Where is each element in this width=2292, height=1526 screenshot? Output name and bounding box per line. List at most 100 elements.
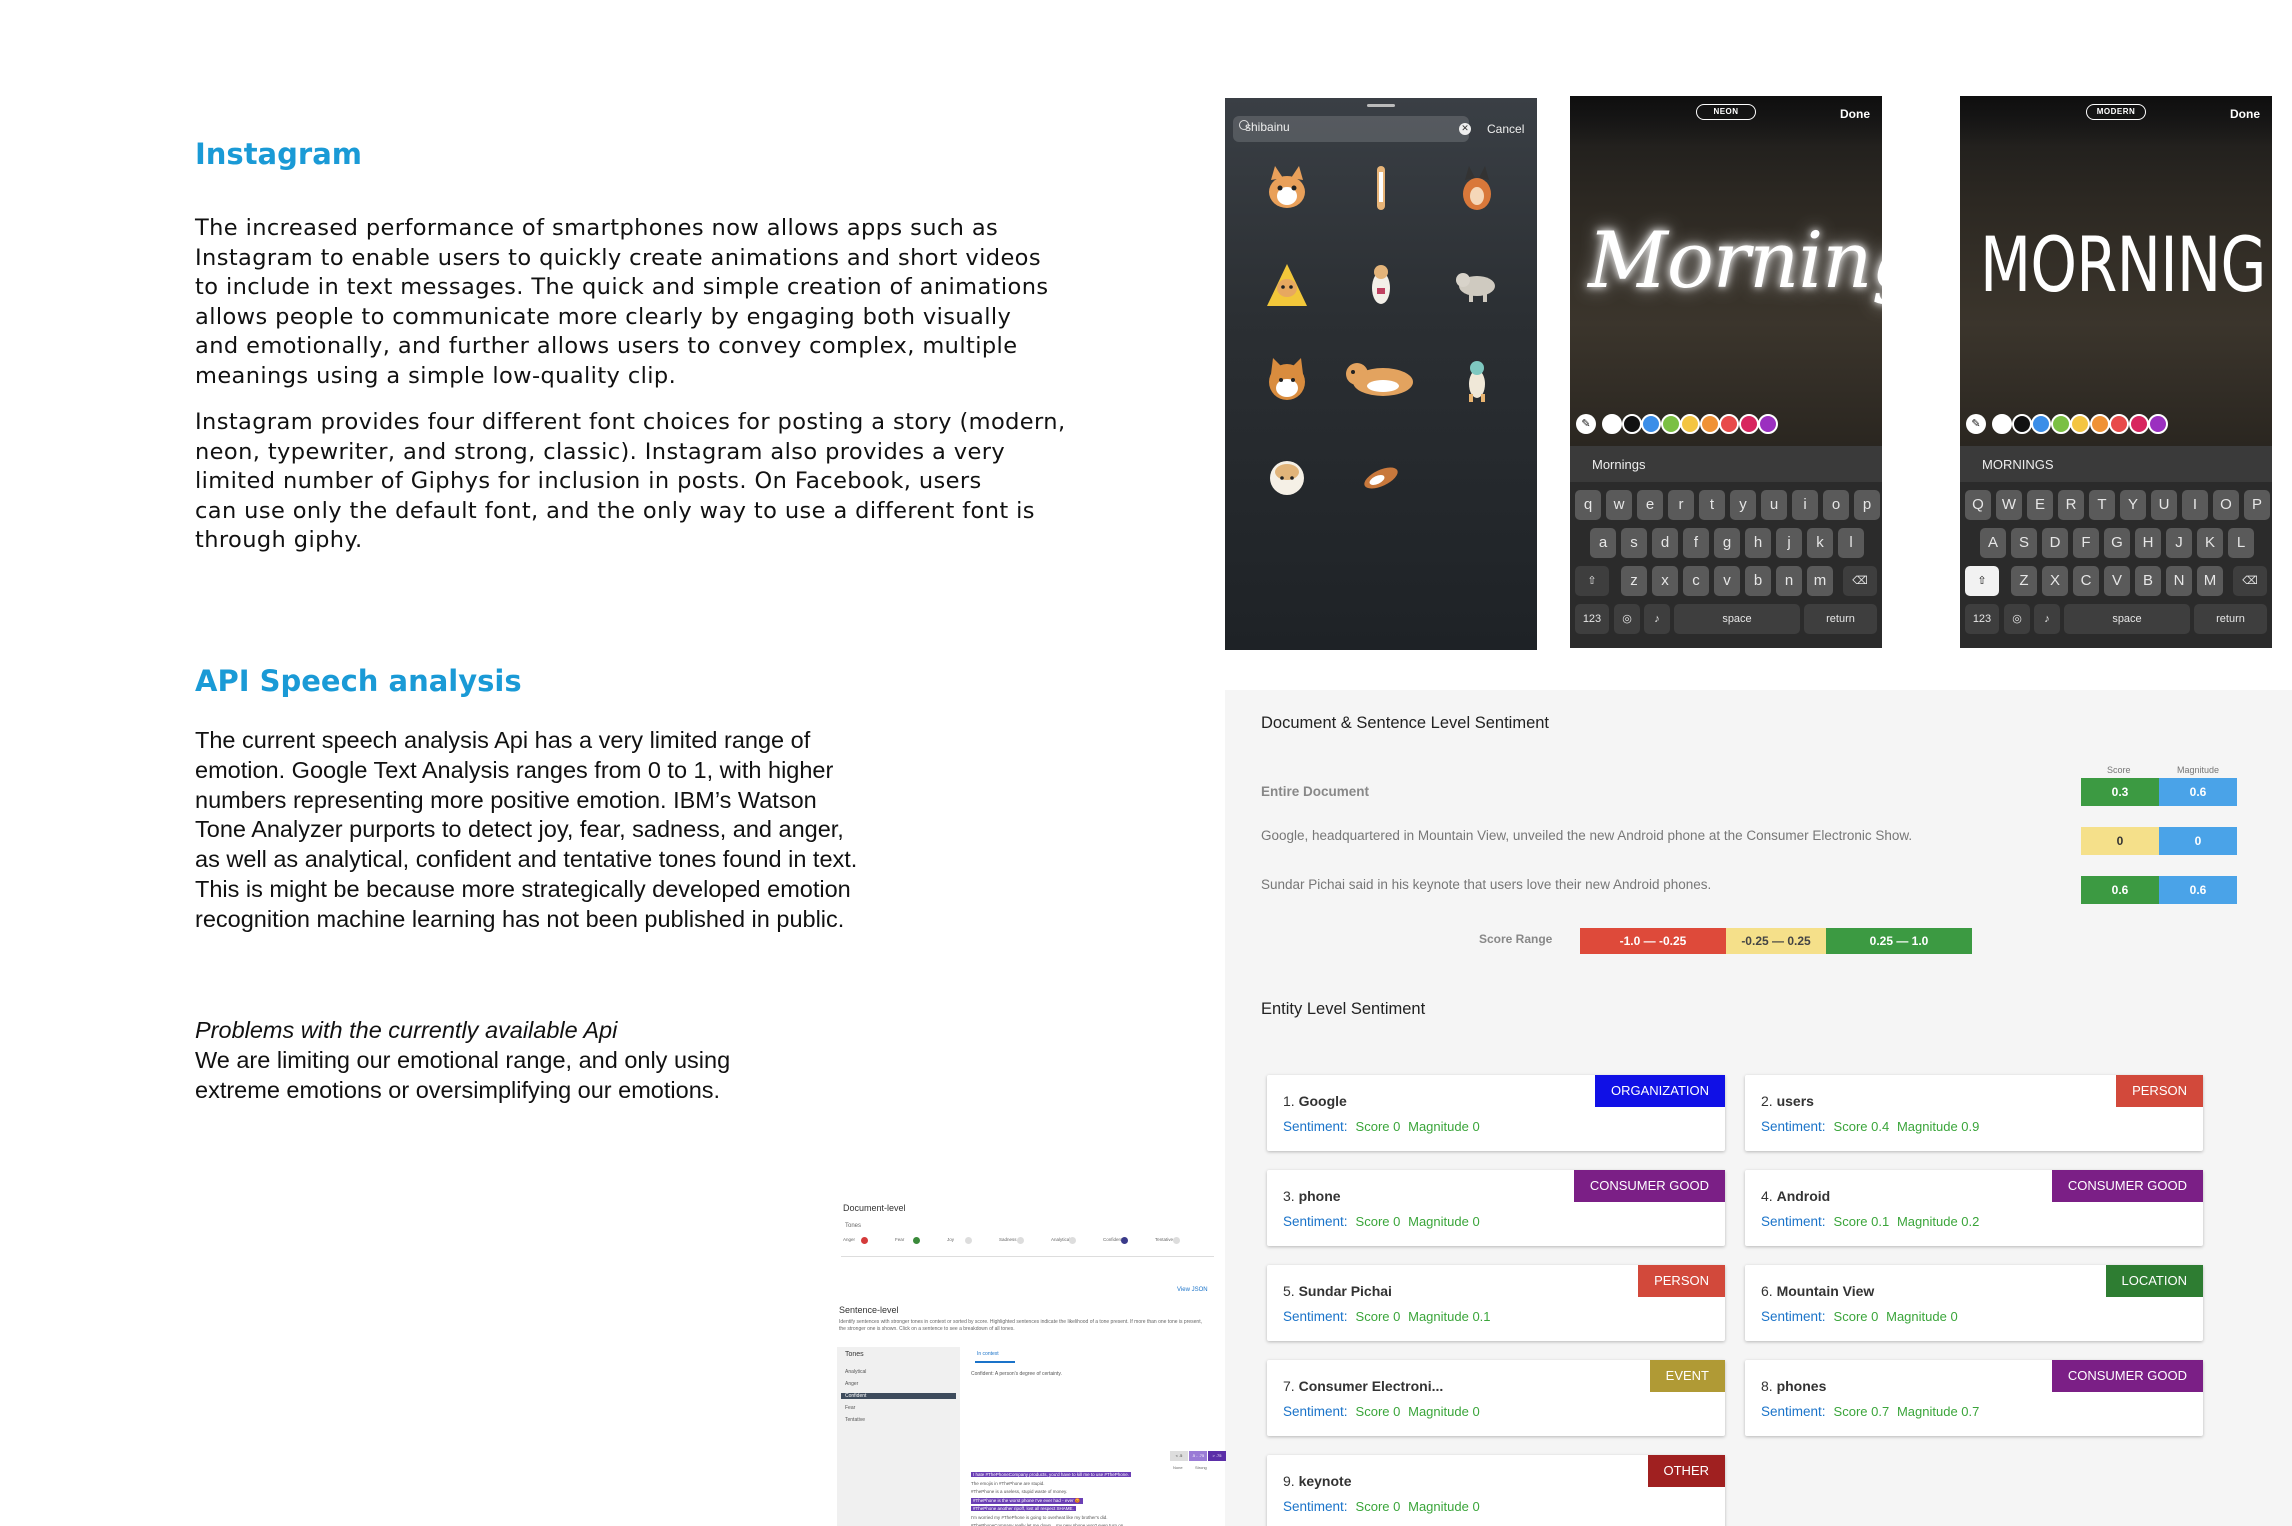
view-json-link[interactable]: View JSON (1177, 1287, 1208, 1293)
sticker-shiba-surprised[interactable] (1261, 162, 1313, 214)
key-q[interactable]: Q (1965, 490, 1991, 520)
key-z[interactable]: z (1621, 566, 1647, 596)
entity-card[interactable]: 7. Consumer Electroni... Sentiment: Score … (1267, 1360, 1725, 1436)
key-i[interactable]: I (2182, 490, 2208, 520)
key-b[interactable]: B (2135, 566, 2161, 596)
color-swatch[interactable] (1621, 414, 1642, 434)
tone-side-item[interactable]: Analytical (845, 1369, 866, 1375)
key-q[interactable]: q (1575, 490, 1601, 520)
color-swatch[interactable] (2128, 414, 2149, 434)
color-swatch[interactable] (1699, 414, 1720, 434)
sticker-search-input[interactable]: shibainu (1245, 120, 1290, 134)
entity-card[interactable]: 2. users Sentiment: Score 0.4 Magnitude 0.… (1745, 1075, 2203, 1151)
key-c[interactable]: c (1683, 566, 1709, 596)
key-n[interactable]: N (2166, 566, 2192, 596)
entity-card[interactable]: 5. Sundar Pichai Sentiment: Score 0 Magnit… (1267, 1265, 1725, 1341)
key-v[interactable]: V (2104, 566, 2130, 596)
space-key[interactable]: space (1674, 604, 1800, 634)
numbers-key[interactable]: 123 (1575, 604, 1609, 634)
color-swatch[interactable] (1602, 414, 1622, 434)
sticker-shiba-stretch[interactable] (1355, 162, 1407, 214)
font-style-button[interactable]: MODERN (2086, 104, 2146, 120)
space-key[interactable]: space (2064, 604, 2190, 634)
key-e[interactable]: E (2027, 490, 2053, 520)
story-text-neon[interactable]: Morning (1588, 216, 1882, 306)
sticker-shiba-face[interactable] (1261, 354, 1313, 406)
entity-card[interactable]: 9. keynote Sentiment: Score 0 Magnitude 0 O… (1267, 1455, 1725, 1526)
key-c[interactable]: C (2073, 566, 2099, 596)
key-s[interactable]: S (2011, 528, 2037, 558)
font-style-button[interactable]: NEON (1696, 104, 1756, 120)
color-swatch[interactable] (1992, 414, 2012, 434)
tone-side-item[interactable]: Fear (845, 1405, 855, 1411)
key-m[interactable]: m (1807, 566, 1833, 596)
shift-key[interactable]: ⇧ (1965, 566, 1999, 596)
key-s[interactable]: s (1621, 528, 1647, 558)
color-swatch[interactable] (1738, 414, 1759, 434)
done-button[interactable]: Done (1840, 107, 1870, 121)
color-swatch[interactable] (1758, 414, 1778, 434)
entity-card[interactable]: 8. phones Sentiment: Score 0.7 Magnitude 0… (1745, 1360, 2203, 1436)
tone-side-item[interactable]: Tentative (845, 1417, 865, 1423)
key-i[interactable]: i (1792, 490, 1818, 520)
key-h[interactable]: h (1745, 528, 1771, 558)
backspace-key[interactable]: ⌫ (2233, 566, 2267, 596)
entity-card[interactable]: 3. phone Sentiment: Score 0 Magnitude 0 CON… (1267, 1170, 1725, 1246)
key-w[interactable]: w (1606, 490, 1632, 520)
key-r[interactable]: R (2058, 490, 2084, 520)
return-key[interactable]: return (1804, 604, 1877, 634)
key-p[interactable]: P (2244, 490, 2270, 520)
key-l[interactable]: L (2228, 528, 2254, 558)
color-swatch[interactable] (2089, 414, 2110, 434)
sticker-shiba-costume[interactable] (1451, 162, 1503, 214)
entity-card[interactable]: 4. Android Sentiment: Score 0.1 Magnitude … (1745, 1170, 2203, 1246)
key-d[interactable]: D (2042, 528, 2068, 558)
autocomplete-suggestion[interactable]: Mornings (1592, 457, 1645, 472)
sticker-shiba-lying[interactable] (1343, 348, 1419, 408)
sticker-shiba-round[interactable] (1261, 450, 1313, 502)
key-v[interactable]: v (1714, 566, 1740, 596)
sticker-shiba-yellow[interactable] (1261, 258, 1313, 310)
entity-card[interactable]: 6. Mountain View Sentiment: Score 0 Magnit… (1745, 1265, 2203, 1341)
key-u[interactable]: U (2151, 490, 2177, 520)
microphone-icon[interactable]: ♪ (2034, 604, 2060, 634)
microphone-icon[interactable]: ♪ (1644, 604, 1670, 634)
key-e[interactable]: e (1637, 490, 1663, 520)
story-text-modern[interactable]: MORNING (1980, 220, 2266, 309)
shift-key[interactable]: ⇧ (1575, 566, 1609, 596)
key-y[interactable]: Y (2120, 490, 2146, 520)
key-u[interactable]: u (1761, 490, 1787, 520)
globe-icon[interactable]: ◎ (1614, 604, 1640, 634)
sticker-shiba-dance[interactable] (1451, 354, 1503, 406)
color-swatch[interactable] (1719, 414, 1739, 434)
key-d[interactable]: d (1652, 528, 1678, 558)
return-key[interactable]: return (2194, 604, 2267, 634)
key-k[interactable]: k (1807, 528, 1833, 558)
tone-side-item[interactable]: Confident (841, 1393, 956, 1399)
key-w[interactable]: W (1996, 490, 2022, 520)
color-swatch[interactable] (1680, 414, 1700, 434)
numbers-key[interactable]: 123 (1965, 604, 1999, 634)
clear-icon[interactable]: ✕ (1459, 123, 1471, 135)
globe-icon[interactable]: ◎ (2004, 604, 2030, 634)
color-swatch[interactable] (2011, 414, 2032, 434)
autocomplete-suggestion[interactable]: MORNINGS (1982, 457, 2054, 472)
color-swatch[interactable] (2148, 414, 2168, 434)
color-swatch[interactable] (2031, 414, 2051, 434)
cancel-button[interactable]: Cancel (1487, 122, 1524, 136)
key-g[interactable]: G (2104, 528, 2130, 558)
drag-handle[interactable] (1367, 104, 1395, 107)
key-f[interactable]: f (1683, 528, 1709, 558)
tone-side-item[interactable]: Anger (845, 1381, 858, 1387)
key-y[interactable]: y (1730, 490, 1756, 520)
color-swatch[interactable] (1660, 414, 1681, 434)
key-l[interactable]: l (1838, 528, 1864, 558)
color-swatch[interactable] (2050, 414, 2071, 434)
key-h[interactable]: H (2135, 528, 2161, 558)
key-o[interactable]: o (1823, 490, 1849, 520)
tab-in-context[interactable]: In context (977, 1351, 999, 1357)
backspace-key[interactable]: ⌫ (1843, 566, 1877, 596)
key-m[interactable]: M (2197, 566, 2223, 596)
key-j[interactable]: J (2166, 528, 2192, 558)
key-r[interactable]: r (1668, 490, 1694, 520)
